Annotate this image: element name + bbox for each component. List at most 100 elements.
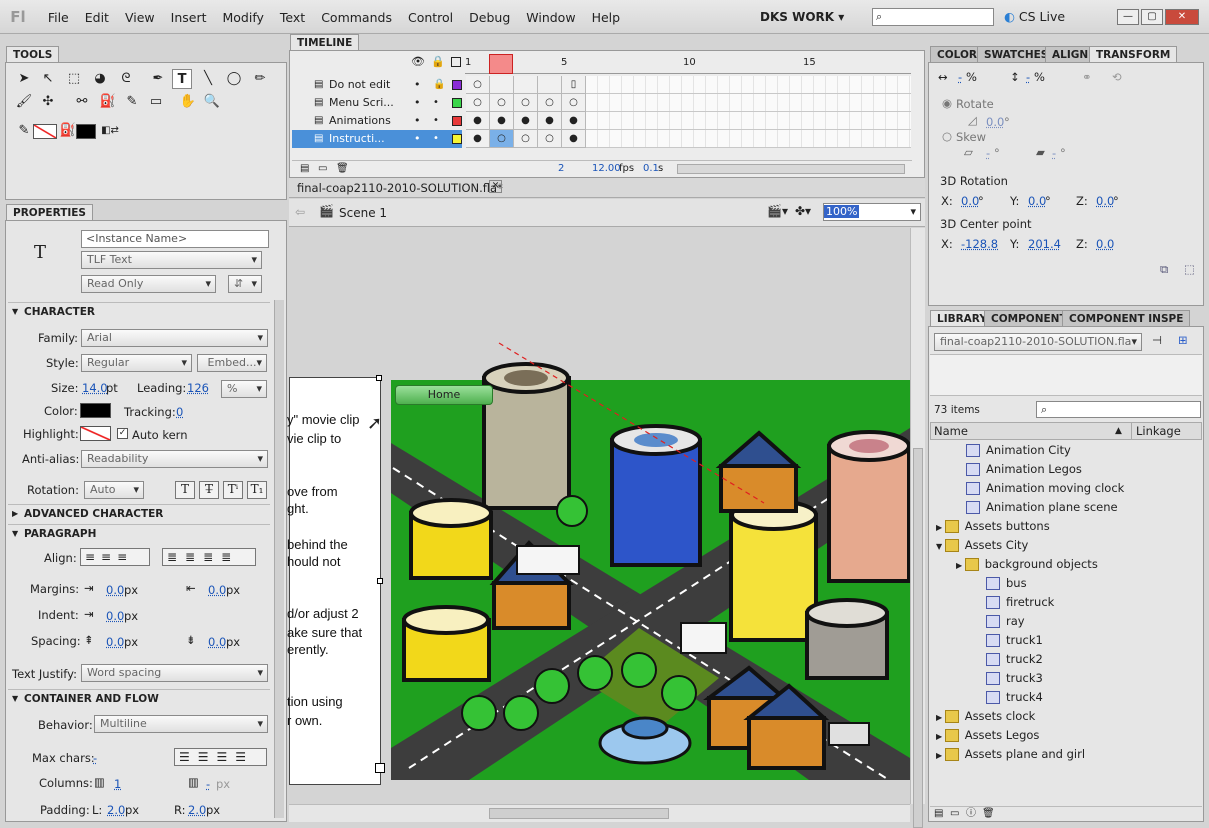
fill-color-swatch[interactable] xyxy=(76,124,96,139)
eraser-tool-icon[interactable]: ▭ xyxy=(146,92,166,112)
timeline-frame[interactable] xyxy=(514,76,538,94)
text-tool-icon[interactable]: T xyxy=(172,69,192,89)
folder-expand-icon[interactable]: ▼ xyxy=(936,542,945,551)
free-transform-tool-icon[interactable]: ⬚ xyxy=(64,69,84,89)
library-item[interactable]: Animation Legos xyxy=(930,460,1202,479)
menu-modify[interactable]: Modify xyxy=(215,1,272,35)
align-buttons-left-group[interactable]: ≡≡≡ xyxy=(80,548,150,566)
resize-handle-top[interactable] xyxy=(376,375,382,381)
library-item[interactable]: ▶ Assets plane and girl xyxy=(930,745,1202,764)
font-size-value[interactable]: 14.0 xyxy=(82,381,108,395)
justify-buttons-group[interactable]: ≣≣≣≣ xyxy=(162,548,256,566)
zoom-select[interactable]: 100% ▾ xyxy=(823,203,921,221)
menu-insert[interactable]: Insert xyxy=(163,1,215,35)
center-z-value[interactable]: 0.0 xyxy=(1096,237,1114,251)
superscript-icon[interactable]: Tⁱ xyxy=(223,481,243,499)
layer-visibility-toggle[interactable]: • xyxy=(414,76,421,94)
container-flow-section[interactable]: CONTAINER AND FLOW xyxy=(8,689,270,707)
timeline-frame[interactable]: ● xyxy=(514,112,538,130)
layer-outline-color[interactable] xyxy=(452,98,462,108)
folder-expand-icon[interactable]: ▶ xyxy=(936,523,945,532)
instance-name-input[interactable]: <Instance Name> xyxy=(81,230,269,248)
library-item[interactable]: firetruck xyxy=(930,593,1202,612)
toggle-baseline-icon[interactable]: T xyxy=(175,481,195,499)
tab-component-inspe[interactable]: COMPONENT INSPE xyxy=(1062,310,1190,326)
lasso-tool-icon[interactable]: ᘓ xyxy=(116,69,136,89)
timeline-frame[interactable]: ● xyxy=(562,130,586,148)
new-folder-icon[interactable]: ▭ xyxy=(318,161,327,177)
timeline-frame[interactable]: ○ xyxy=(538,94,562,112)
library-item[interactable]: ▶ Assets buttons xyxy=(930,517,1202,536)
outline-all-icon[interactable] xyxy=(451,57,461,67)
padding-right-value[interactable]: 2.0 xyxy=(188,803,206,817)
layer-visibility-toggle[interactable]: • xyxy=(414,94,421,112)
new-symbol-icon[interactable]: ▤ xyxy=(934,807,943,821)
pin-library-icon[interactable]: ⊣ xyxy=(1152,333,1162,347)
timeline-frame[interactable]: ● xyxy=(466,130,490,148)
sort-ascending-icon[interactable]: ▲ xyxy=(1115,423,1122,439)
leading-unit-select[interactable]: % xyxy=(221,380,267,398)
library-item[interactable]: ▶ background objects xyxy=(930,555,1202,574)
paint-bucket-tool-icon[interactable]: ⛽ xyxy=(98,92,118,112)
delete-layer-icon[interactable]: 🗑 xyxy=(336,161,349,177)
stage-horizontal-scrollbar[interactable] xyxy=(289,804,910,822)
font-style-select[interactable]: Regular xyxy=(81,354,192,372)
space-after-value[interactable]: 0.0 xyxy=(208,635,226,649)
show-hide-all-icon[interactable]: 👁 xyxy=(411,55,425,68)
space-before-value[interactable]: 0.0 xyxy=(106,635,124,649)
timeline-frame[interactable]: ● xyxy=(562,112,586,130)
library-item[interactable]: Animation City xyxy=(930,441,1202,460)
column-gutter-value[interactable]: - xyxy=(206,777,210,791)
timeline-frame[interactable]: ○ xyxy=(490,94,514,112)
timeline-layer[interactable]: ▤ Instructi... • • xyxy=(292,130,462,148)
elapsed-time-value[interactable]: 0.1 xyxy=(643,161,659,177)
folder-expand-icon[interactable]: ▶ xyxy=(936,732,945,741)
eyedropper-tool-icon[interactable]: ✎ xyxy=(122,92,142,112)
scene-name[interactable]: Scene 1 xyxy=(339,206,387,220)
text-justify-select[interactable]: Word spacing xyxy=(81,664,268,682)
layer-outline-color[interactable] xyxy=(452,80,462,90)
home-button[interactable]: Home xyxy=(395,385,493,405)
new-folder-library-icon[interactable]: ▭ xyxy=(950,807,959,821)
fill-color-icon[interactable]: ⛽ xyxy=(58,121,78,141)
timeline-empty-frames[interactable] xyxy=(586,76,911,94)
new-layer-icon[interactable]: ▤ xyxy=(300,161,309,177)
timeline-frame[interactable] xyxy=(490,76,514,94)
tab-swatches[interactable]: SWATCHES xyxy=(977,46,1055,62)
menu-file[interactable]: File xyxy=(40,1,77,35)
cs-live-button[interactable]: ◐ CS Live xyxy=(1004,8,1065,26)
library-item[interactable]: bus xyxy=(930,574,1202,593)
properties-panel-tab[interactable]: PROPERTIES xyxy=(6,204,93,220)
library-item[interactable]: truck4 xyxy=(930,688,1202,707)
3d-rotation-tool-icon[interactable]: ◕ xyxy=(90,69,110,89)
delete-library-item-icon[interactable]: 🗑 xyxy=(982,807,995,821)
library-item[interactable]: ray xyxy=(930,612,1202,631)
library-properties-icon[interactable]: ⓘ xyxy=(966,807,976,821)
rotate-radio[interactable]: ◉ xyxy=(942,96,952,110)
reset-scale-icon[interactable]: ⟲ xyxy=(1112,70,1122,84)
stage-horizontal-thumb[interactable] xyxy=(489,808,669,819)
line-tool-icon[interactable]: ╲ xyxy=(198,69,218,89)
advanced-character-section[interactable]: ADVANCED CHARACTER xyxy=(8,504,270,522)
skew-vertical-value[interactable]: - xyxy=(1052,146,1056,160)
document-tab[interactable]: final-coap2110-2010-SOLUTION.fla* xyxy=(297,181,503,195)
library-item[interactable]: ▶ Assets Legos xyxy=(930,726,1202,745)
embed-button[interactable]: Embed... xyxy=(197,354,267,372)
edit-symbols-icon[interactable]: ✤▾ xyxy=(795,204,811,218)
timeline-empty-frames[interactable] xyxy=(586,112,911,130)
stage-vertical-scrollbar[interactable] xyxy=(910,228,925,804)
rot3d-z-value[interactable]: 0.0 xyxy=(1096,194,1114,208)
strikethrough-icon[interactable]: T̶ xyxy=(199,481,219,499)
timeline-frame[interactable]: ● xyxy=(466,112,490,130)
highlight-color-swatch[interactable] xyxy=(80,426,111,441)
lock-all-icon[interactable]: 🔒 xyxy=(431,55,445,68)
orientation-select[interactable]: ⇵ xyxy=(228,275,262,293)
help-search-input[interactable]: ⌕ xyxy=(872,8,994,26)
tracking-value[interactable]: 0 xyxy=(176,405,183,419)
subselection-tool-icon[interactable]: ↖ xyxy=(38,69,58,89)
container-align-buttons[interactable]: ☰☰☰☰ xyxy=(174,748,267,766)
tab-align[interactable]: ALIGN xyxy=(1045,46,1095,62)
pencil-tool-icon[interactable]: ✏ xyxy=(250,69,270,89)
menu-commands[interactable]: Commands xyxy=(313,1,400,35)
rotate-value[interactable]: 0.0 xyxy=(986,115,1004,129)
